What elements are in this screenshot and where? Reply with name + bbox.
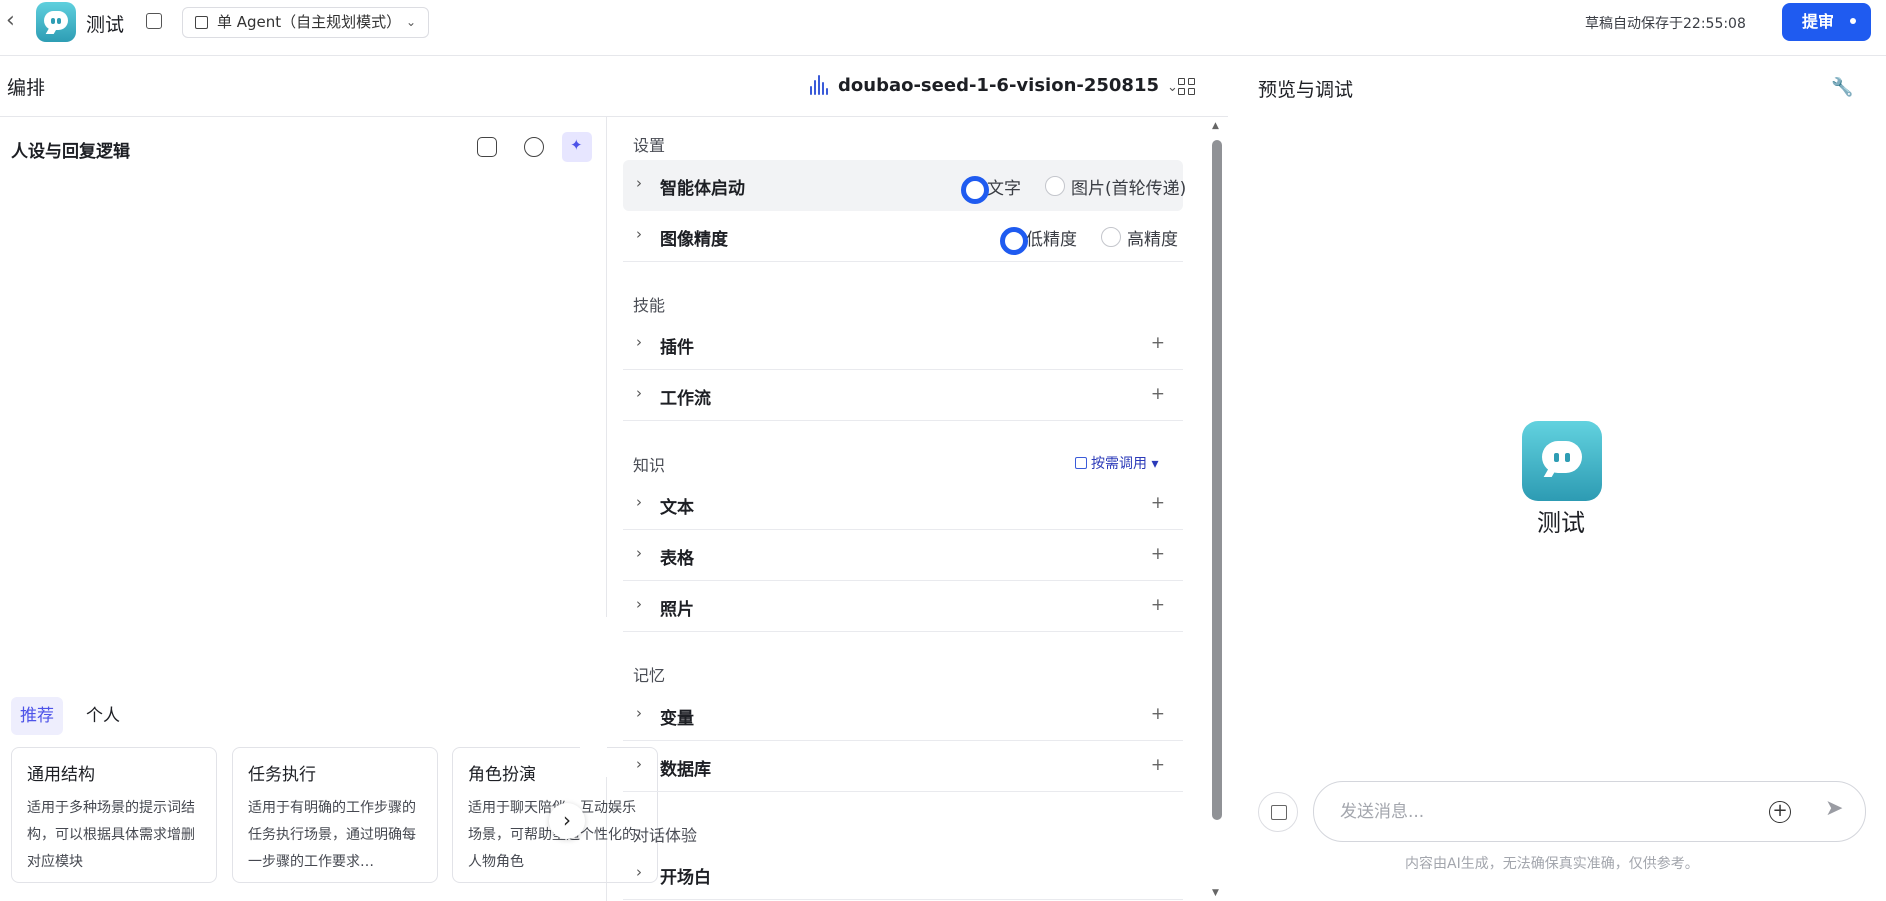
knowledge-text-row[interactable]: › 文本 + bbox=[623, 479, 1183, 530]
row-label: 数据库 bbox=[660, 760, 711, 780]
chevron-right-icon: › bbox=[636, 755, 642, 773]
settings-scrollbar[interactable] bbox=[1212, 140, 1222, 820]
chevron-right-icon: › bbox=[636, 544, 642, 562]
wrench-icon[interactable]: 🔧 bbox=[1831, 77, 1853, 98]
agent-start-row[interactable]: › 智能体启动 文字 图片(首轮传递) bbox=[623, 160, 1186, 211]
dialog-opening-row[interactable]: › 开场白 bbox=[623, 849, 1183, 900]
chevron-right-icon: › bbox=[636, 384, 642, 402]
section-dialog: 对话体验 bbox=[633, 826, 698, 845]
puzzle-icon bbox=[1075, 457, 1087, 469]
row-label: 表格 bbox=[660, 549, 694, 569]
agent-mode-label: 单 Agent（自主规划模式） bbox=[217, 13, 402, 31]
radio-image[interactable]: 图片(首轮传递) bbox=[1045, 174, 1186, 199]
section-skills: 技能 bbox=[633, 296, 666, 315]
chevron-right-icon: › bbox=[636, 174, 642, 192]
radio-low-precision[interactable]: 低精度 bbox=[1000, 225, 1077, 255]
edit-icon[interactable] bbox=[146, 13, 162, 29]
image-precision-row[interactable]: › 图像精度 低精度 高精度 bbox=[623, 211, 1183, 262]
chevron-right-icon: › bbox=[636, 225, 642, 243]
settings-panel: 设置 › 智能体启动 文字 图片(首轮传递) › 图像精度 低精度 高精度 技能… bbox=[608, 117, 1228, 901]
add-plus-icon[interactable]: + bbox=[1151, 544, 1165, 564]
memory-database-row[interactable]: › 数据库 + bbox=[623, 741, 1183, 792]
bot-avatar bbox=[1522, 421, 1602, 501]
card-desc: 适用于有明确的工作步骤的任务执行场景，通过明确每一步骤的工作要求… bbox=[248, 800, 416, 870]
layout-grid-icon[interactable] bbox=[1178, 78, 1196, 96]
chevron-down-icon: ⌄ bbox=[405, 15, 416, 29]
bot-name: 测试 bbox=[1537, 509, 1585, 537]
section-settings: 设置 bbox=[633, 136, 666, 155]
ai-disclaimer: 内容由AI生成，无法确保真实准确，仅供参考。 bbox=[1405, 856, 1699, 872]
broom-icon bbox=[1271, 805, 1287, 820]
app-name: 测试 bbox=[86, 14, 125, 36]
agent-mode-select[interactable]: 单 Agent（自主规划模式） ⌄ bbox=[182, 7, 429, 38]
memory-variable-row[interactable]: › 变量 + bbox=[623, 690, 1183, 741]
knowledge-photo-row[interactable]: › 照片 + bbox=[623, 581, 1183, 632]
submit-label: 提审 bbox=[1802, 12, 1835, 31]
template-card[interactable]: 任务执行 适用于有明确的工作步骤的任务执行场景，通过明确每一步骤的工作要求… bbox=[232, 747, 438, 883]
chevron-right-icon: › bbox=[636, 333, 642, 351]
model-logo-icon bbox=[808, 75, 830, 97]
section-knowledge: 知识 bbox=[633, 456, 666, 475]
persona-title: 人设与回复逻辑 bbox=[11, 142, 130, 162]
add-plus-icon[interactable]: + bbox=[1151, 384, 1165, 404]
model-select[interactable]: doubao-seed-1-6-vision-250815 ⌄ bbox=[808, 71, 1178, 101]
row-label: 变量 bbox=[660, 709, 694, 729]
orchestration-header: 编排 doubao-seed-1-6-vision-250815 ⌄ bbox=[0, 57, 1228, 117]
card-desc: 适用于多种场景的提示词结构，可以根据具体需求增删对应模块 bbox=[27, 800, 195, 870]
skill-workflow-row[interactable]: › 工作流 + bbox=[623, 370, 1183, 421]
add-attachment-icon[interactable]: + bbox=[1769, 801, 1791, 823]
row-label: 文本 bbox=[660, 498, 694, 518]
image-precision-label: 图像精度 bbox=[660, 230, 728, 250]
on-demand-select[interactable]: 按需调用 ▾ bbox=[1075, 453, 1158, 473]
add-plus-icon[interactable]: + bbox=[1151, 333, 1165, 353]
section-memory: 记忆 bbox=[633, 666, 666, 685]
export-icon[interactable] bbox=[477, 137, 497, 157]
orchestration-title: 编排 bbox=[7, 77, 46, 99]
chevron-right-icon: › bbox=[636, 595, 642, 613]
radio-text[interactable]: 文字 bbox=[961, 174, 1021, 204]
add-plus-icon[interactable]: + bbox=[1151, 595, 1165, 615]
scroll-up-arrow[interactable]: ▲ bbox=[1212, 121, 1219, 131]
model-name: doubao-seed-1-6-vision-250815 bbox=[838, 75, 1159, 96]
card-fade-mask bbox=[580, 617, 607, 777]
chevron-right-icon[interactable]: › bbox=[549, 803, 585, 839]
row-label: 开场白 bbox=[660, 868, 711, 888]
tab-recommended[interactable]: 推荐 bbox=[11, 697, 63, 735]
on-demand-label: 按需调用 bbox=[1091, 456, 1147, 472]
scroll-down-arrow[interactable]: ▼ bbox=[1212, 888, 1219, 898]
persona-panel: 人设与回复逻辑 推荐 个人 通用结构 适用于多种场景的提示词结构，可以根据具体需… bbox=[0, 117, 658, 901]
app-avatar bbox=[36, 2, 76, 42]
message-input-box: + ➤ bbox=[1313, 781, 1866, 842]
card-title: 任务执行 bbox=[248, 765, 316, 785]
autosave-status: 草稿自动保存于22:55:08 bbox=[1585, 16, 1746, 32]
card-title: 通用结构 bbox=[27, 765, 95, 785]
top-bar: ‹ 测试 单 Agent（自主规划模式） ⌄ 草稿自动保存于22:55:08 提… bbox=[0, 0, 1886, 56]
clear-context-button[interactable] bbox=[1258, 792, 1298, 832]
chevron-right-icon: › bbox=[636, 704, 642, 722]
row-label: 插件 bbox=[660, 338, 694, 358]
chevron-right-icon: › bbox=[636, 863, 642, 881]
submit-review-button[interactable]: 提审 bbox=[1782, 3, 1871, 41]
lightbulb-icon[interactable] bbox=[524, 137, 544, 157]
message-input[interactable] bbox=[1340, 798, 1740, 826]
row-label: 照片 bbox=[660, 600, 694, 620]
knowledge-table-row[interactable]: › 表格 + bbox=[623, 530, 1183, 581]
back-chevron-icon[interactable]: ‹ bbox=[6, 10, 26, 32]
agent-mode-icon bbox=[195, 16, 208, 29]
tab-personal[interactable]: 个人 bbox=[77, 697, 129, 735]
radio-high-precision[interactable]: 高精度 bbox=[1101, 225, 1178, 250]
send-icon[interactable]: ➤ bbox=[1825, 796, 1843, 821]
chevron-down-icon: ⌄ bbox=[1167, 80, 1178, 95]
agent-start-label: 智能体启动 bbox=[660, 179, 745, 199]
preview-title: 预览与调试 bbox=[1258, 79, 1354, 101]
skill-plugin-row[interactable]: › 插件 + bbox=[623, 319, 1183, 370]
template-card[interactable]: 通用结构 适用于多种场景的提示词结构，可以根据具体需求增删对应模块 bbox=[11, 747, 217, 883]
add-plus-icon[interactable]: + bbox=[1151, 493, 1165, 513]
add-plus-icon[interactable]: + bbox=[1151, 755, 1165, 775]
row-label: 工作流 bbox=[660, 389, 711, 409]
chevron-right-icon: › bbox=[636, 493, 642, 511]
submit-dot-badge bbox=[1850, 18, 1856, 24]
add-plus-icon[interactable]: + bbox=[1151, 704, 1165, 724]
ai-optimize-icon[interactable] bbox=[562, 132, 592, 162]
